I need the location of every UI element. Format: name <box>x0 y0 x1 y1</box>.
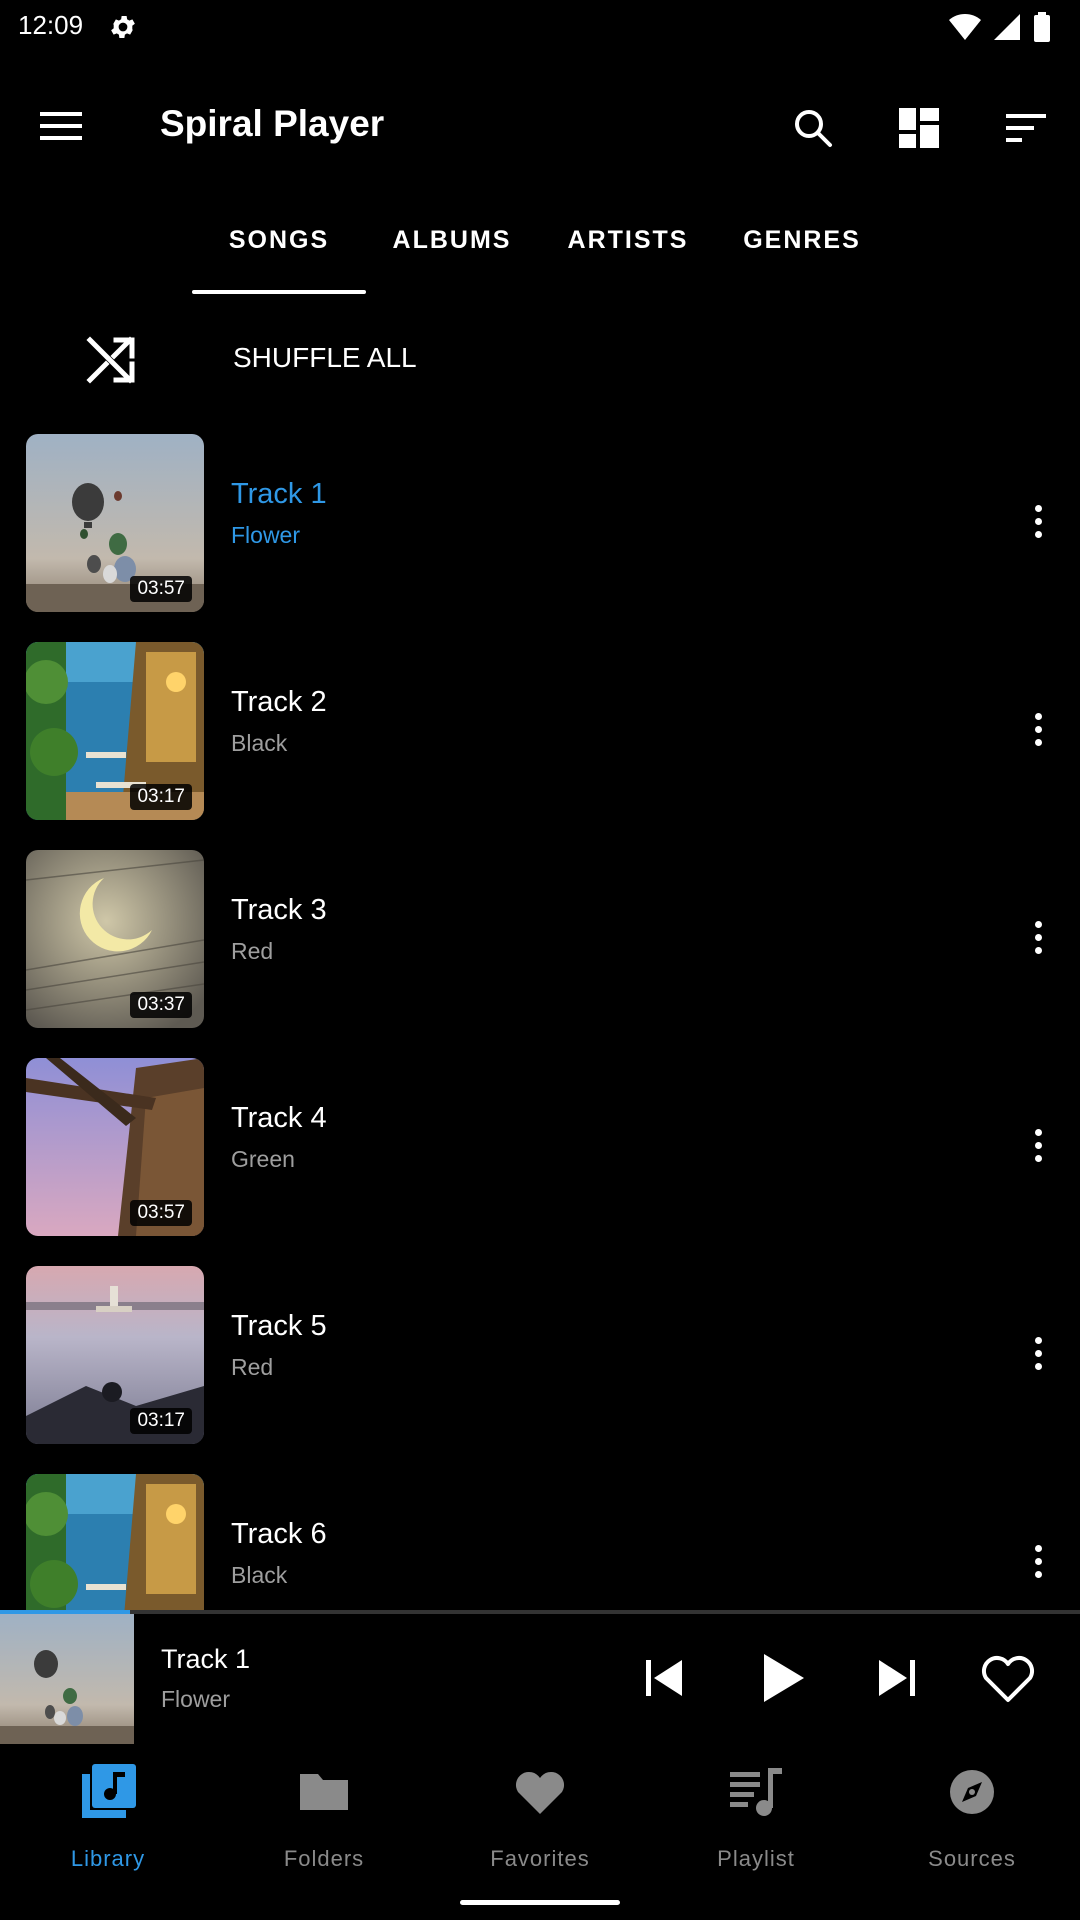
more-options-icon[interactable] <box>1018 912 1058 962</box>
track-row[interactable]: 03:17 Track 5 Red <box>0 1256 1080 1464</box>
tab-bar: SONGS ALBUMS ARTISTS GENRES <box>0 200 1080 296</box>
track-artist: Flower <box>231 522 301 548</box>
tab-indicator <box>192 290 366 294</box>
folder-icon <box>300 1774 348 1810</box>
track-artist: Red <box>231 938 274 964</box>
tab-artists[interactable]: ARTISTS <box>556 200 700 296</box>
now-playing-art <box>0 1614 134 1744</box>
nav-folders-label: Folders <box>283 1846 365 1871</box>
tab-songs[interactable]: SONGS <box>192 200 366 296</box>
track-title: Track 1 <box>231 478 327 510</box>
track-artist: Red <box>231 1354 274 1380</box>
album-art: 03:57 <box>26 1058 204 1236</box>
nav-sources-label: Sources <box>928 1846 1016 1871</box>
signal-icon <box>994 14 1020 40</box>
track-list: 03:57 Track 1 Flower 03:17 Track 2 Black… <box>0 424 1080 1610</box>
track-duration: 03:57 <box>130 576 192 602</box>
status-time: 12:09 <box>18 10 84 40</box>
app-bar: Spiral Player <box>0 70 1080 182</box>
track-artist: Green <box>231 1146 295 1172</box>
track-row[interactable]: 03:37 Track 3 Red <box>0 840 1080 1048</box>
track-duration: 03:17 <box>130 1408 192 1434</box>
nav-sources[interactable]: Sources <box>864 1744 1080 1884</box>
nav-folders[interactable]: Folders <box>216 1744 432 1884</box>
library-music-icon <box>82 1764 136 1818</box>
shuffle-all-button[interactable]: SHUFFLE ALL <box>0 316 1080 400</box>
gear-icon <box>111 16 135 38</box>
nav-favorites-label: Favorites <box>490 1846 590 1871</box>
track-row[interactable]: Track 6 Black <box>0 1464 1080 1610</box>
track-duration: 03:37 <box>130 992 192 1018</box>
track-duration: 03:17 <box>130 784 192 810</box>
tab-albums[interactable]: ALBUMS <box>380 200 524 296</box>
album-art: 03:17 <box>26 642 204 820</box>
playlist-icon <box>730 1768 782 1816</box>
more-options-icon[interactable] <box>1018 704 1058 754</box>
play-icon[interactable] <box>750 1646 814 1710</box>
shuffle-icon <box>86 336 135 384</box>
track-title: Track 5 <box>231 1310 327 1342</box>
more-options-icon[interactable] <box>1018 496 1058 546</box>
track-title: Track 3 <box>231 894 327 926</box>
nav-playlist[interactable]: Playlist <box>648 1744 864 1884</box>
track-title: Track 6 <box>231 1518 327 1550</box>
album-art: 03:37 <box>26 850 204 1028</box>
album-art: 03:57 <box>26 434 204 612</box>
sort-icon[interactable] <box>998 100 1054 156</box>
search-icon[interactable] <box>785 100 841 156</box>
more-options-icon[interactable] <box>1018 1328 1058 1378</box>
track-artist: Black <box>231 1562 288 1588</box>
nav-favorites[interactable]: Favorites <box>432 1744 648 1884</box>
bottom-navigation: Library Folders Favorites Playlist Sourc… <box>0 1744 1080 1884</box>
previous-icon[interactable] <box>632 1646 696 1710</box>
album-art <box>26 1474 204 1610</box>
grid-view-icon[interactable] <box>891 100 947 156</box>
more-options-icon[interactable] <box>1018 1536 1058 1586</box>
menu-icon[interactable] <box>30 106 94 154</box>
more-options-icon[interactable] <box>1018 1120 1058 1170</box>
home-indicator <box>460 1900 620 1905</box>
nav-playlist-label: Playlist <box>717 1846 795 1871</box>
track-title: Track 4 <box>231 1102 327 1134</box>
status-bar: 12:09 <box>0 0 1080 54</box>
track-row[interactable]: 03:57 Track 1 Flower <box>0 424 1080 632</box>
track-artist: Black <box>231 730 288 756</box>
compass-icon <box>950 1770 994 1814</box>
tab-genres[interactable]: GENRES <box>730 200 874 296</box>
track-row[interactable]: 03:57 Track 4 Green <box>0 1048 1080 1256</box>
nav-library[interactable]: Library <box>0 1744 216 1884</box>
next-icon[interactable] <box>865 1646 929 1710</box>
heart-outline-icon[interactable] <box>976 1646 1040 1710</box>
track-row[interactable]: 03:17 Track 2 Black <box>0 632 1080 840</box>
album-art: 03:17 <box>26 1266 204 1444</box>
wifi-icon <box>949 14 981 40</box>
mini-player[interactable]: Track 1 Flower <box>0 1614 1080 1744</box>
now-playing-artist: Flower <box>161 1686 231 1712</box>
status-icons <box>948 12 1052 42</box>
battery-icon <box>1034 12 1050 42</box>
app-title: Spiral Player <box>160 103 385 144</box>
track-title: Track 2 <box>231 686 327 718</box>
heart-icon <box>515 1771 565 1814</box>
shuffle-all-label: SHUFFLE ALL <box>233 342 417 373</box>
nav-library-label: Library <box>70 1846 146 1871</box>
now-playing-title: Track 1 <box>161 1644 251 1674</box>
track-duration: 03:57 <box>130 1200 192 1226</box>
